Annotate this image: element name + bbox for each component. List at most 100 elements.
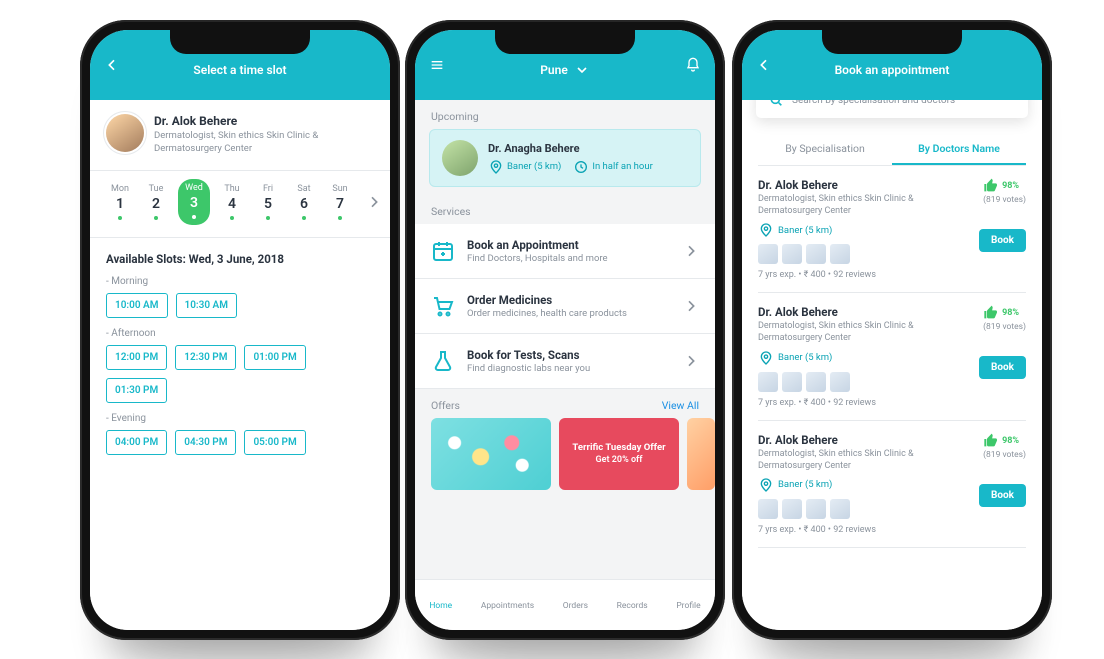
nav-item-orders[interactable]: Orders [563, 599, 588, 611]
hamburger-icon [429, 57, 445, 73]
offer-card[interactable]: Terrific Tuesday Offer Get 20% off [559, 418, 679, 490]
doctor-name: Dr. Alok Behere [758, 305, 971, 319]
time-slot[interactable]: 04:30 PM [175, 430, 236, 455]
time-slot[interactable]: 12:30 PM [175, 345, 236, 370]
clinic-photos [758, 244, 971, 264]
notifications-button[interactable] [671, 30, 715, 100]
book-button[interactable]: Book [979, 484, 1026, 507]
chevron-right-icon [683, 243, 699, 259]
tabs: By Specialisation By Doctors Name [758, 132, 1026, 166]
upcoming-location: Baner (5 km) [488, 159, 561, 175]
doctor-meta: 7 yrs exp. • ₹ 400 • 92 reviews [758, 525, 971, 535]
bottom-nav: Home Appointments Orders Records Profile [415, 579, 715, 630]
doctor-list-item[interactable]: Dr. Alok Behere Dermatologist, Skin ethi… [758, 166, 1026, 293]
menu-button[interactable] [415, 30, 459, 100]
doctor-specialisation: Dermatologist, Skin ethics Skin Clinic &… [758, 193, 928, 217]
day-cell[interactable]: Tue2 [142, 184, 170, 220]
bell-icon [685, 57, 701, 73]
doctor-meta: 7 yrs exp. • ₹ 400 • 92 reviews [758, 270, 971, 280]
doctor-rating: 98% [983, 433, 1026, 449]
slot-group-label: - Afternoon [106, 328, 374, 339]
slot-group-label: - Evening [106, 413, 374, 424]
doctor-list-item[interactable]: Dr. Alok Behere Dermatologist, Skin ethi… [758, 421, 1026, 548]
nav-item-records[interactable]: Records [617, 599, 648, 611]
doctor-avatar [442, 140, 478, 176]
clinic-photos [758, 372, 971, 392]
doctor-name: Dr. Alok Behere [154, 114, 334, 128]
upcoming-doctor-name: Dr. Anagha Behere [488, 142, 688, 155]
day-cell[interactable]: Mon1 [106, 184, 134, 220]
service-item[interactable]: Book an AppointmentFind Doctors, Hospita… [415, 224, 715, 279]
doctor-rating: 98% [983, 305, 1026, 321]
service-item[interactable]: Order MedicinesOrder medicines, health c… [415, 279, 715, 334]
doctor-votes: (819 votes) [983, 322, 1026, 332]
service-item[interactable]: Book for Tests, ScansFind diagnostic lab… [415, 334, 715, 389]
time-slot[interactable]: 04:00 PM [106, 430, 167, 455]
back-button[interactable] [90, 30, 134, 100]
location-label: Pune [540, 63, 568, 77]
view-all-link[interactable]: View All [662, 399, 699, 412]
nav-item-appointments[interactable]: Appointments [481, 599, 534, 611]
offer-card[interactable] [431, 418, 551, 490]
nav-item-home[interactable]: Home [429, 599, 452, 611]
day-cell[interactable]: Wed3 [178, 179, 210, 225]
flask-icon [431, 349, 455, 373]
upcoming-appointment-card[interactable]: Dr. Anagha Behere Baner (5 km) In half a… [429, 129, 701, 187]
doctor-votes: (819 votes) [983, 195, 1026, 205]
book-button[interactable]: Book [979, 356, 1026, 379]
phone-notch [170, 30, 310, 54]
chevron-right-icon [683, 353, 699, 369]
chevron-right-icon [683, 298, 699, 314]
tab-by-doctors-name[interactable]: By Doctors Name [892, 132, 1026, 165]
doctor-name: Dr. Alok Behere [758, 433, 971, 447]
offer-card[interactable] [687, 418, 715, 490]
offer-subtitle: Get 20% off [596, 455, 643, 465]
day-picker: Mon1 Tue2 Wed3 Thu4 Fri5 Sat6 Sun7 [90, 171, 390, 238]
time-slot[interactable]: 01:30 PM [106, 378, 167, 403]
doctor-specialisation: Dermatologist, Skin ethics Skin Clinic &… [758, 320, 928, 344]
chevron-down-icon [574, 62, 590, 78]
nav-item-profile[interactable]: Profile [676, 599, 700, 611]
book-button[interactable]: Book [979, 229, 1026, 252]
time-slot[interactable]: 12:00 PM [106, 345, 167, 370]
time-slot[interactable]: 10:30 AM [176, 293, 238, 318]
slot-group-label: - Morning [106, 276, 374, 287]
upcoming-time: In half an hour [573, 159, 652, 175]
phone-notch [495, 30, 635, 54]
day-cell[interactable]: Sun7 [326, 184, 354, 220]
page-title: Book an appointment [835, 63, 950, 77]
clinic-photos [758, 499, 971, 519]
time-slot[interactable]: 01:00 PM [244, 345, 305, 370]
offers-section-label: Offers [431, 399, 460, 412]
day-cell[interactable]: Fri5 [254, 184, 282, 220]
page-title: Select a time slot [193, 63, 286, 77]
doctor-meta: 7 yrs exp. • ₹ 400 • 92 reviews [758, 398, 971, 408]
doctor-votes: (819 votes) [983, 450, 1026, 460]
doctor-rating: 98% [983, 178, 1026, 194]
back-button[interactable] [742, 30, 786, 100]
doctor-name: Dr. Alok Behere [758, 178, 971, 192]
upcoming-section-label: Upcoming [415, 100, 715, 129]
time-slot[interactable]: 05:00 PM [244, 430, 305, 455]
phone-notch [822, 30, 962, 54]
offer-title: Terrific Tuesday Offer [572, 443, 665, 454]
day-cell[interactable]: Sat6 [290, 184, 318, 220]
doctor-specialisation: Dermatologist, Skin ethics Skin Clinic &… [154, 130, 334, 156]
tab-by-specialisation[interactable]: By Specialisation [758, 132, 892, 165]
doctor-summary: Dr. Alok Behere Dermatologist, Skin ethi… [90, 100, 390, 171]
search-placeholder: Search by specialisation and doctors [792, 100, 955, 106]
doctor-list-item[interactable]: Dr. Alok Behere Dermatologist, Skin ethi… [758, 293, 1026, 420]
offers-carousel[interactable]: Terrific Tuesday Offer Get 20% off [415, 418, 715, 490]
next-week-button[interactable] [362, 194, 382, 210]
day-cell[interactable]: Thu4 [218, 184, 246, 220]
doctor-avatar [106, 114, 144, 152]
doctor-specialisation: Dermatologist, Skin ethics Skin Clinic &… [758, 448, 928, 472]
search-input[interactable]: Search by specialisation and doctors [756, 100, 1028, 118]
search-icon [768, 100, 784, 108]
doctor-location: Baner (5 km) [758, 477, 971, 493]
services-section-label: Services [415, 195, 715, 224]
location-selector[interactable]: Pune [540, 62, 590, 78]
time-slot[interactable]: 10:00 AM [106, 293, 168, 318]
back-arrow-icon [104, 57, 120, 73]
available-slots-title: Available Slots: Wed, 3 June, 2018 [106, 252, 374, 266]
